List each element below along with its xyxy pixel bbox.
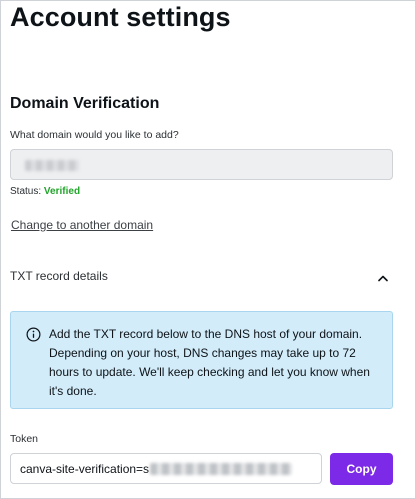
redacted-domain	[25, 160, 79, 171]
info-icon	[26, 327, 41, 342]
domain-input[interactable]	[10, 149, 393, 180]
info-text: Add the TXT record below to the DNS host…	[49, 327, 370, 398]
token-label: Token	[10, 433, 39, 445]
status-label: Status:	[10, 186, 42, 197]
domain-question-label: What domain would you like to add?	[10, 129, 179, 141]
section-title: Domain Verification	[10, 95, 160, 112]
status-line: Status: Verified	[10, 186, 80, 197]
redacted-token	[150, 463, 292, 475]
copy-button[interactable]: Copy	[330, 453, 393, 485]
change-domain-link[interactable]: Change to another domain	[11, 218, 153, 232]
page-title: Account settings	[10, 2, 231, 32]
txt-record-header: TXT record details	[10, 269, 108, 283]
status-badge: Verified	[43, 186, 81, 197]
info-banner: Add the TXT record below to the DNS host…	[10, 311, 393, 409]
chevron-up-icon[interactable]	[377, 273, 389, 283]
token-value: canva-site-verification=s	[20, 462, 150, 476]
token-field[interactable]: canva-site-verification=s	[10, 453, 322, 484]
settings-panel: Account settings Domain Verification Wha…	[0, 0, 416, 499]
